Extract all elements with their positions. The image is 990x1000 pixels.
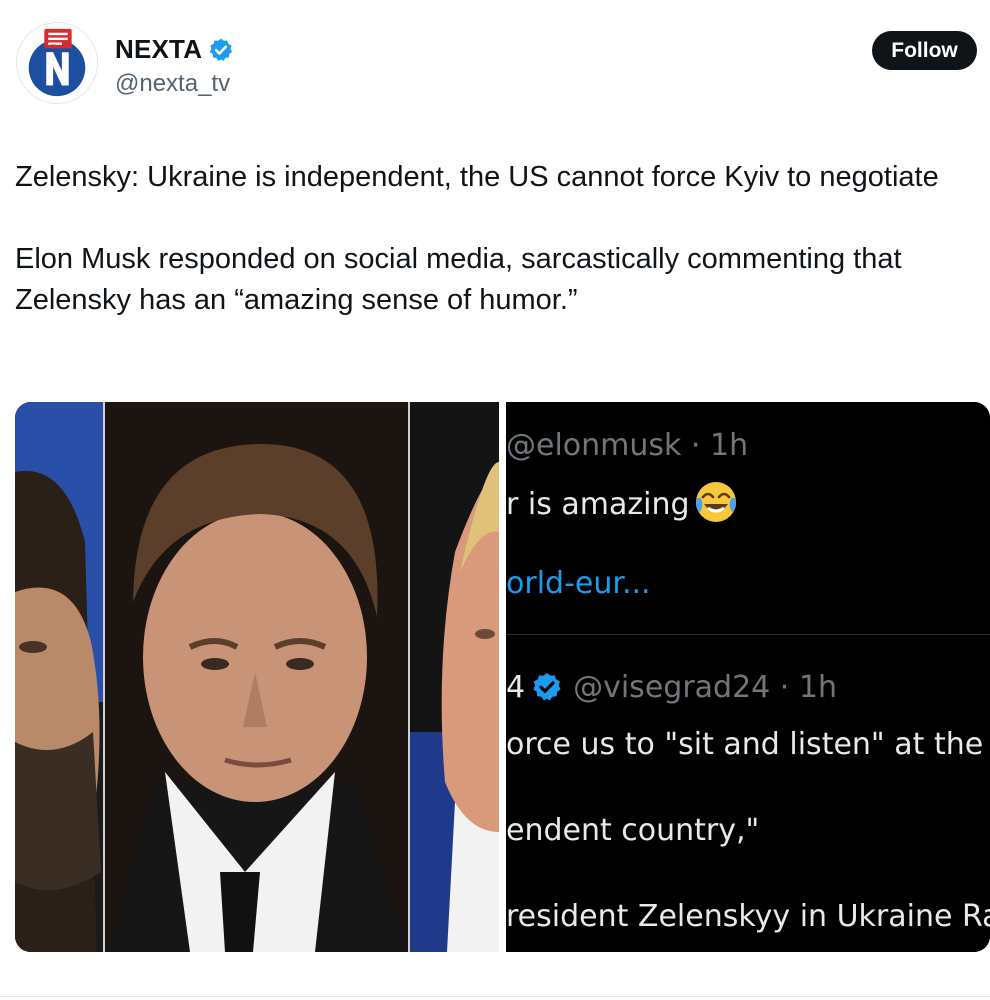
screenshot-text-4: resident Zelenskyy in Ukraine Ra	[506, 899, 990, 934]
screenshot-name-fragment: 4	[506, 670, 526, 705]
verified-badge-icon	[531, 671, 563, 703]
screenshot-text-2: orce us to "sit and listen" at the r	[506, 727, 990, 762]
follow-button[interactable]: Follow	[872, 31, 977, 70]
screenshot-link: orld-eur...	[506, 566, 651, 601]
post-media[interactable]: @elonmusk · 1h r is amazing orld-eur... …	[15, 402, 990, 952]
embedded-screenshot: @elonmusk · 1h r is amazing orld-eur... …	[506, 402, 990, 952]
tweet-header: NEXTA @nexta_tv Follow	[0, 0, 990, 120]
screenshot-separator	[506, 634, 990, 635]
screenshot-handle-2: @visegrad24 · 1h	[573, 670, 837, 705]
post-paragraph-1: Zelensky: Ukraine is independent, the US…	[15, 161, 939, 193]
screenshot-text-1-content: r is amazing	[506, 487, 690, 522]
nexta-logo-icon	[17, 23, 97, 103]
verified-badge-icon[interactable]	[208, 37, 234, 63]
laughing-crying-emoji-icon	[694, 480, 738, 524]
display-name[interactable]: NEXTA	[115, 34, 202, 65]
post-body: Zelensky: Ukraine is independent, the US…	[15, 157, 975, 321]
screenshot-text-1: r is amazing	[506, 480, 738, 524]
author-handle[interactable]: @nexta_tv	[115, 70, 230, 98]
screenshot-meta-1: @elonmusk · 1h	[506, 428, 749, 463]
divider	[0, 996, 990, 997]
photo-collage	[15, 402, 499, 952]
avatar[interactable]	[16, 22, 98, 104]
post-paragraph-2: Elon Musk responded on social media, sar…	[15, 243, 902, 316]
screenshot-text-3: endent country,"	[506, 813, 760, 848]
screenshot-meta-2: 4 @visegrad24 · 1h	[506, 670, 837, 705]
media-divider	[499, 402, 506, 952]
name-row: NEXTA	[115, 34, 234, 65]
